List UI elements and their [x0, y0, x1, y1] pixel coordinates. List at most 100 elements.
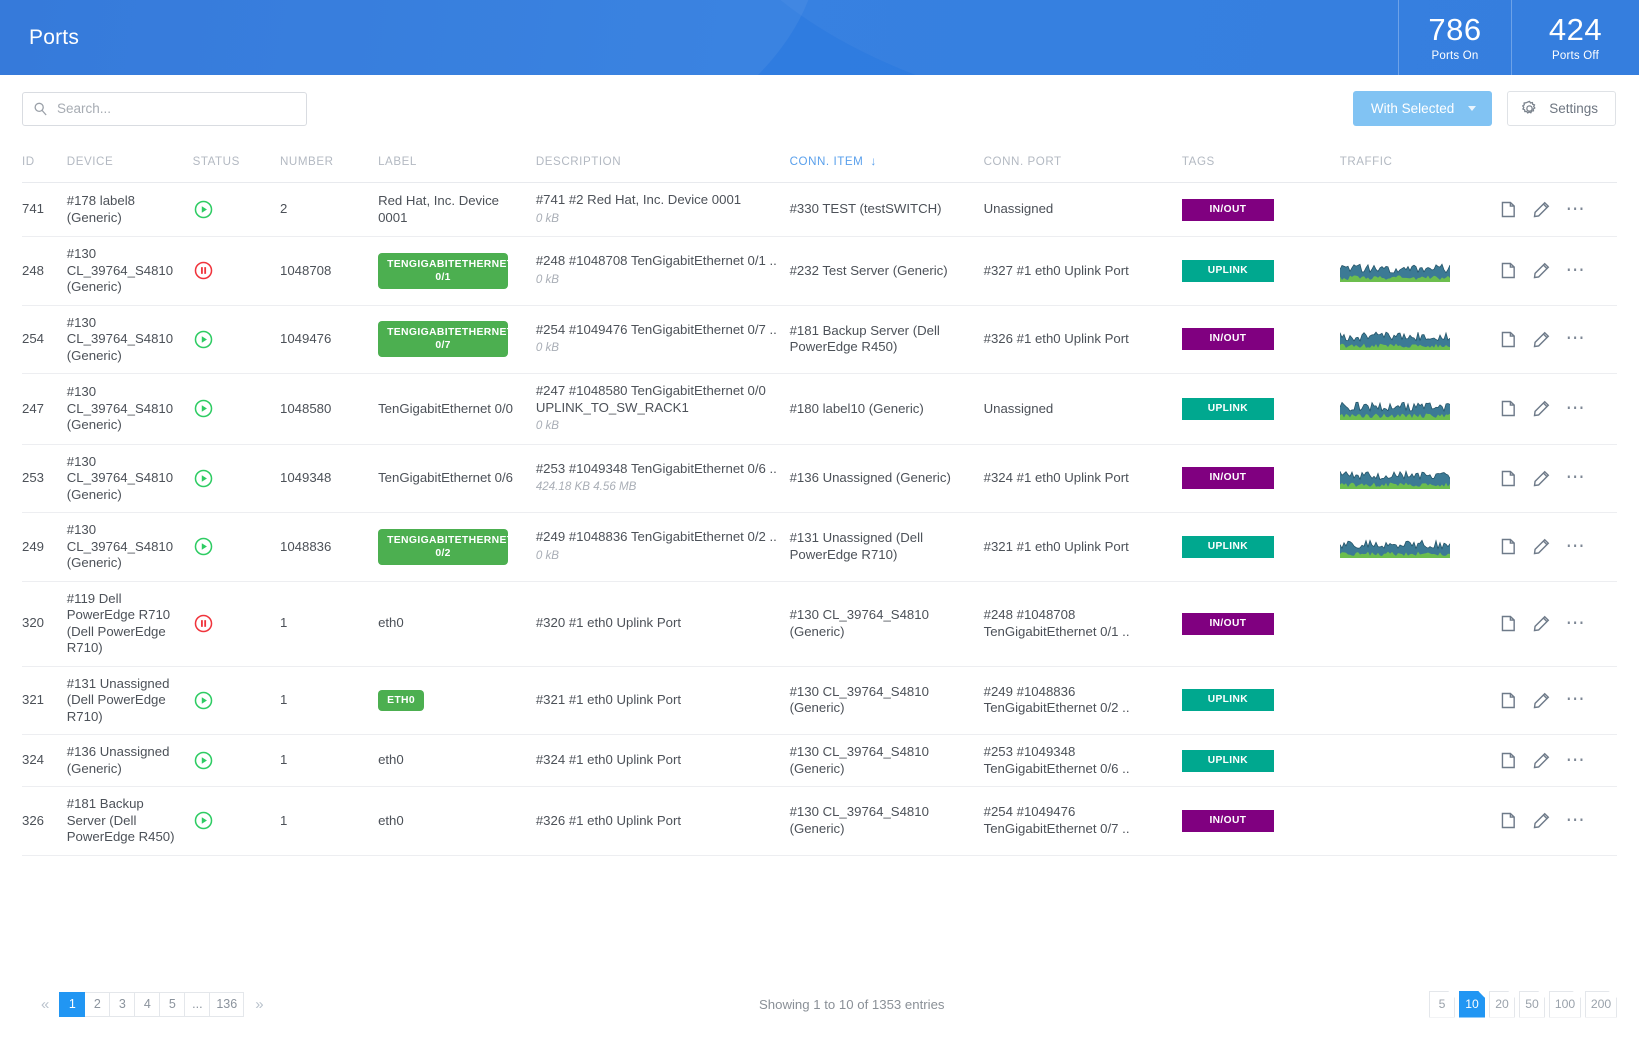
- cell-description: #741 #2 Red Hat, Inc. Device 0001 0 kB: [535, 182, 790, 237]
- cell-id: 249: [22, 512, 67, 582]
- page-size-200[interactable]: 200: [1585, 990, 1617, 1018]
- column-header-device[interactable]: DEVICE: [66, 142, 193, 183]
- search-icon: [33, 101, 48, 116]
- stat-ports-off-value: 424: [1548, 12, 1603, 47]
- cell-tags: UPLINK: [1181, 373, 1340, 445]
- column-header-label[interactable]: LABEL: [378, 142, 536, 183]
- row-actions: ⋯: [1500, 614, 1609, 633]
- note-icon[interactable]: [1500, 470, 1517, 487]
- edit-pencil-icon[interactable]: [1533, 812, 1550, 829]
- status-on-icon: [193, 690, 214, 711]
- table-row[interactable]: 326 #181 Backup Server (Dell PowerEdge R4…: [22, 786, 1617, 856]
- more-options-icon[interactable]: ⋯: [1566, 751, 1587, 770]
- more-options-icon[interactable]: ⋯: [1566, 614, 1587, 633]
- note-icon[interactable]: [1500, 692, 1517, 709]
- table-row[interactable]: 247 #130 CL_39764_S4810 (Generic) 1048580 T…: [22, 373, 1617, 445]
- cell-tags: IN/OUT: [1181, 305, 1340, 374]
- stat-ports-off: 424 Ports Off: [1511, 0, 1639, 75]
- note-icon[interactable]: [1500, 538, 1517, 555]
- pagination-page-4[interactable]: 4: [134, 991, 161, 1017]
- settings-button[interactable]: Settings: [1507, 91, 1616, 126]
- pagination-page-2[interactable]: 2: [84, 991, 111, 1017]
- status-on-icon: [193, 329, 214, 350]
- column-header-id[interactable]: ID: [22, 142, 67, 183]
- column-header-conn-item[interactable]: CONN. ITEM ↓: [789, 142, 984, 183]
- table-row[interactable]: 248 #130 CL_39764_S4810 (Generic) 1048708 T…: [22, 236, 1617, 306]
- search-input[interactable]: [22, 91, 307, 126]
- pagination-page-5[interactable]: 5: [159, 991, 186, 1017]
- column-header-status[interactable]: STATUS: [192, 142, 280, 183]
- pagination-prev[interactable]: «: [30, 996, 60, 1013]
- edit-pencil-icon[interactable]: [1533, 470, 1550, 487]
- pagination-page-3[interactable]: 3: [109, 991, 136, 1017]
- with-selected-button[interactable]: With Selected: [1352, 91, 1493, 126]
- note-icon[interactable]: [1500, 615, 1517, 632]
- row-actions: ⋯: [1500, 399, 1609, 418]
- column-header-traffic[interactable]: TRAFFIC: [1339, 142, 1500, 183]
- cell-label: eth0: [378, 581, 536, 667]
- more-options-icon[interactable]: ⋯: [1566, 261, 1587, 280]
- more-options-icon[interactable]: ⋯: [1566, 537, 1587, 556]
- more-options-icon[interactable]: ⋯: [1566, 399, 1587, 418]
- cell-actions: ⋯: [1499, 734, 1617, 787]
- page-size-100[interactable]: 100: [1549, 990, 1581, 1018]
- cell-description: #253 #1049348 TenGigabitEthernet 0/6 .. 4…: [535, 444, 790, 513]
- edit-pencil-icon[interactable]: [1533, 752, 1550, 769]
- pagination-page-136[interactable]: 136: [209, 991, 245, 1017]
- cell-conn-port: #324 #1 eth0 Uplink Port: [983, 444, 1182, 513]
- cell-description: #320 #1 eth0 Uplink Port: [535, 581, 790, 667]
- table-row[interactable]: 249 #130 CL_39764_S4810 (Generic) 1048836 T…: [22, 512, 1617, 582]
- column-header-description[interactable]: DESCRIPTION: [535, 142, 790, 183]
- page-size-20[interactable]: 20: [1489, 990, 1515, 1018]
- cell-actions: ⋯: [1499, 581, 1617, 667]
- edit-pencil-icon[interactable]: [1533, 331, 1550, 348]
- edit-pencil-icon[interactable]: [1533, 400, 1550, 417]
- table-row[interactable]: 321 #131 Unassigned (Dell PowerEdge R710)…: [22, 666, 1617, 735]
- table-row[interactable]: 741 #178 label8 (Generic) 2 Red Hat, Inc. D…: [22, 182, 1617, 237]
- more-options-icon[interactable]: ⋯: [1566, 690, 1587, 709]
- column-header-number[interactable]: NUMBER: [279, 142, 379, 183]
- pagination-page-1[interactable]: 1: [59, 991, 86, 1017]
- more-options-icon[interactable]: ⋯: [1566, 468, 1587, 487]
- note-icon[interactable]: [1500, 201, 1517, 218]
- cell-conn-item: #181 Backup Server (Dell PowerEdge R450): [789, 305, 984, 374]
- more-options-icon[interactable]: ⋯: [1566, 200, 1587, 219]
- cell-device: #119 Dell PowerEdge R710 (Dell PowerEdge…: [66, 581, 193, 667]
- more-options-icon[interactable]: ⋯: [1566, 329, 1587, 348]
- page-size-5[interactable]: 5: [1429, 990, 1455, 1018]
- edit-pencil-icon[interactable]: [1533, 262, 1550, 279]
- note-icon[interactable]: [1500, 262, 1517, 279]
- page-size-10[interactable]: 10: [1459, 990, 1485, 1018]
- table-row[interactable]: 254 #130 CL_39764_S4810 (Generic) 1049476 T…: [22, 305, 1617, 374]
- note-icon[interactable]: [1500, 752, 1517, 769]
- column-header-tags[interactable]: TAGS: [1181, 142, 1340, 183]
- pagination-page-ellipsisellipsisellipsis[interactable]: ...: [184, 991, 211, 1017]
- page-size-50[interactable]: 50: [1519, 990, 1545, 1018]
- edit-pencil-icon[interactable]: [1533, 201, 1550, 218]
- edit-pencil-icon[interactable]: [1533, 615, 1550, 632]
- more-options-icon[interactable]: ⋯: [1566, 811, 1587, 830]
- cell-conn-item: #180 label10 (Generic): [789, 373, 984, 445]
- cell-conn-item: #130 CL_39764_S4810 (Generic): [789, 786, 984, 856]
- table-row[interactable]: 324 #136 Unassigned (Generic) 1 eth0 #324 #1…: [22, 734, 1617, 787]
- edit-pencil-icon[interactable]: [1533, 538, 1550, 555]
- page-size-selector: 5 10 20 50 100 200: [1429, 990, 1617, 1018]
- note-icon[interactable]: [1500, 400, 1517, 417]
- tag-badge: UPLINK: [1181, 689, 1274, 712]
- status-on-icon: [193, 398, 214, 419]
- table-row[interactable]: 253 #130 CL_39764_S4810 (Generic) 1049348 T…: [22, 444, 1617, 513]
- table-footer: «1 2 3 4 5... 136» Showing 1 to 10 of 1353 en…: [0, 965, 1639, 1043]
- note-icon[interactable]: [1500, 331, 1517, 348]
- cell-traffic: [1339, 666, 1500, 735]
- pagination-next[interactable]: »: [244, 996, 274, 1013]
- table-header-row: ID DEVICE STATUS NUMBER LABEL DESCRIPTIO…: [22, 142, 1617, 183]
- cell-conn-port: Unassigned: [983, 182, 1182, 237]
- description-traffic-size: 424.18 KB 4.56 MB: [535, 480, 637, 494]
- cell-device: #131 Unassigned (Dell PowerEdge R710): [66, 666, 193, 735]
- cell-traffic: [1339, 734, 1500, 787]
- column-header-conn-port[interactable]: CONN. PORT: [983, 142, 1182, 183]
- note-icon[interactable]: [1500, 812, 1517, 829]
- cell-number: 1: [279, 581, 379, 667]
- edit-pencil-icon[interactable]: [1533, 692, 1550, 709]
- table-row[interactable]: 320 #119 Dell PowerEdge R710 (Dell PowerE…: [22, 581, 1617, 667]
